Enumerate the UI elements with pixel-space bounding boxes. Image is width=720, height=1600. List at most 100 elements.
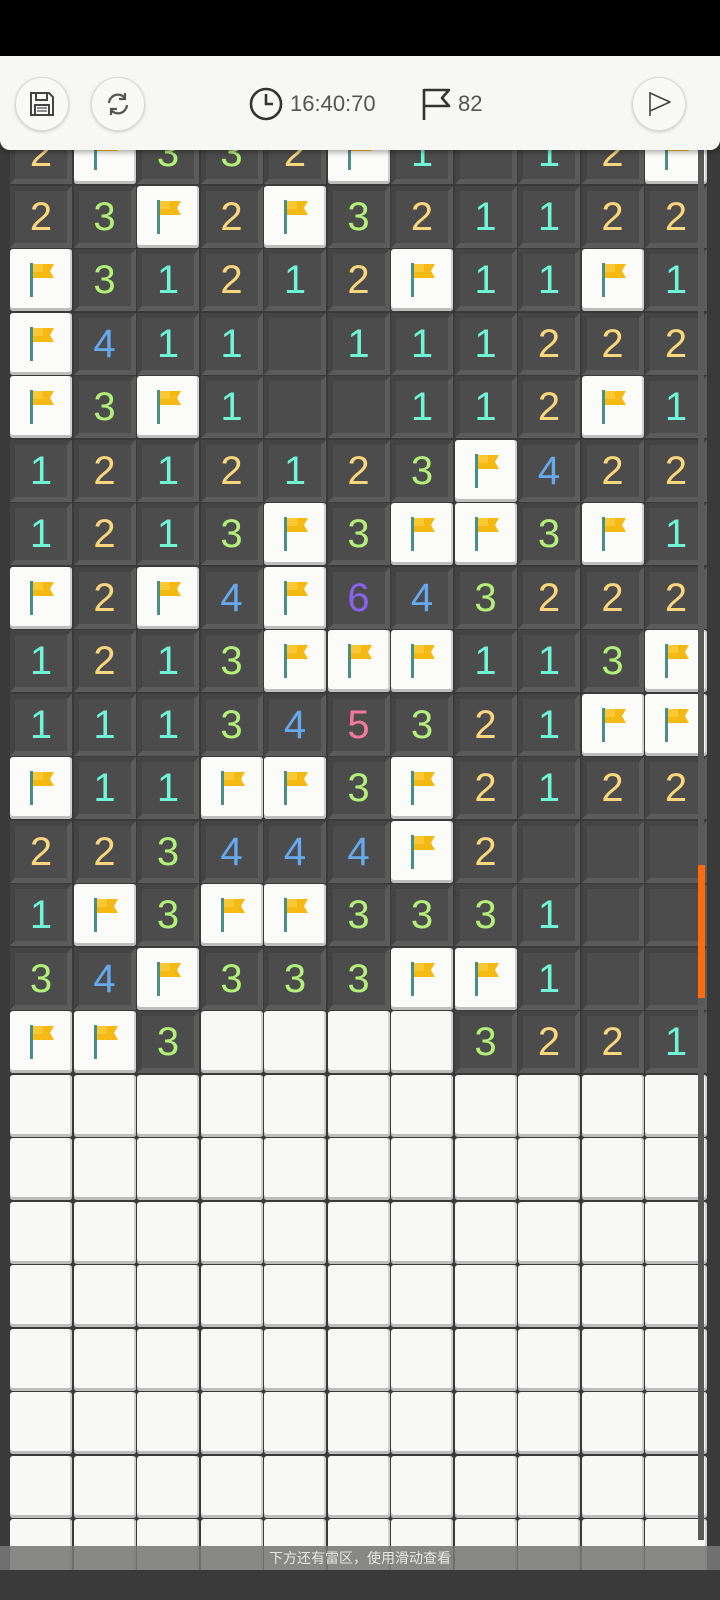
mine-cell[interactable] (10, 1201, 72, 1264)
mine-cell[interactable] (200, 1265, 263, 1327)
mine-cell[interactable] (518, 1265, 580, 1327)
mine-cell[interactable] (137, 1265, 199, 1327)
mine-cell[interactable] (327, 1074, 390, 1137)
mine-cell[interactable] (581, 1074, 644, 1137)
mine-cell[interactable] (454, 1265, 517, 1327)
mine-cell[interactable] (327, 630, 390, 692)
mine-cell[interactable] (73, 1392, 136, 1454)
mine-cell[interactable] (264, 884, 326, 946)
scrollbar-track[interactable] (698, 150, 704, 1540)
mine-cell[interactable] (200, 1011, 263, 1073)
mine-cell[interactable] (264, 1201, 326, 1264)
play-button[interactable] (632, 77, 686, 131)
mine-cell[interactable] (518, 1328, 580, 1391)
mine-cell[interactable] (73, 1455, 136, 1518)
mine-cell[interactable] (137, 947, 199, 1010)
mine-cell[interactable] (264, 1265, 326, 1327)
mine-cell[interactable] (391, 757, 453, 819)
mine-cell[interactable] (581, 1201, 644, 1264)
mine-cell[interactable] (200, 1328, 263, 1391)
mine-cell[interactable] (391, 503, 453, 565)
mine-cell[interactable] (73, 150, 136, 184)
mine-cell[interactable] (200, 884, 263, 946)
mine-cell[interactable] (581, 1455, 644, 1518)
scrollbar-thumb[interactable] (698, 865, 705, 998)
mine-cell[interactable] (73, 1265, 136, 1327)
mine-cell[interactable] (137, 1201, 199, 1264)
mine-cell[interactable] (264, 1011, 326, 1073)
mine-cell[interactable] (200, 1392, 263, 1454)
mine-cell[interactable] (264, 1138, 326, 1200)
mine-cell[interactable] (73, 884, 136, 946)
mine-cell[interactable] (518, 1201, 580, 1264)
mine-cell[interactable] (391, 947, 453, 1010)
mine-cell[interactable] (10, 1138, 72, 1200)
mine-cell[interactable] (581, 376, 644, 438)
mine-cell[interactable] (10, 1265, 72, 1327)
mine-cell[interactable] (137, 1328, 199, 1391)
mine-cell[interactable] (73, 1138, 136, 1200)
mine-cell[interactable] (454, 1392, 517, 1454)
mine-cell[interactable] (581, 249, 644, 311)
mine-cell[interactable] (200, 1455, 263, 1518)
restart-button[interactable] (91, 77, 145, 131)
mine-cell[interactable] (391, 1328, 453, 1391)
mine-cell[interactable] (10, 566, 72, 629)
mine-cell[interactable] (327, 150, 390, 184)
mine-cell[interactable] (518, 1138, 580, 1200)
mine-cell[interactable] (137, 1138, 199, 1200)
mine-cell[interactable] (391, 820, 453, 883)
mine-cell[interactable] (137, 1455, 199, 1518)
mine-cell[interactable] (200, 1074, 263, 1137)
mine-cell[interactable] (454, 1201, 517, 1264)
mine-cell[interactable] (518, 1455, 580, 1518)
mine-cell[interactable] (391, 249, 453, 311)
mine-cell[interactable] (454, 1074, 517, 1137)
mine-cell[interactable] (137, 1074, 199, 1137)
mine-cell[interactable] (391, 1265, 453, 1327)
mine-cell[interactable] (10, 1074, 72, 1137)
mine-cell[interactable] (137, 566, 199, 629)
mine-cell[interactable] (454, 947, 517, 1010)
mine-cell[interactable] (391, 630, 453, 692)
mine-cell[interactable] (454, 1138, 517, 1200)
mine-cell[interactable] (581, 503, 644, 565)
mine-cell[interactable] (518, 1392, 580, 1454)
mine-cell[interactable] (264, 566, 326, 629)
mine-cell[interactable] (264, 630, 326, 692)
mine-cell[interactable] (581, 693, 644, 756)
mine-cell[interactable] (327, 1455, 390, 1518)
mine-cell[interactable] (391, 1455, 453, 1518)
mine-cell[interactable] (10, 312, 72, 375)
mine-cell[interactable] (10, 1328, 72, 1391)
mine-cell[interactable] (454, 1455, 517, 1518)
mine-cell[interactable] (454, 439, 517, 502)
mine-cell[interactable] (73, 1201, 136, 1264)
mine-cell[interactable] (327, 1138, 390, 1200)
mine-cell[interactable] (73, 1011, 136, 1073)
mine-cell[interactable] (137, 185, 199, 248)
mine-cell[interactable] (200, 757, 263, 819)
mine-cell[interactable] (327, 1392, 390, 1454)
mine-cell[interactable] (10, 1455, 72, 1518)
mine-cell[interactable] (581, 1392, 644, 1454)
mine-cell[interactable] (264, 503, 326, 565)
mine-cell[interactable] (10, 376, 72, 438)
mine-cell[interactable] (454, 1328, 517, 1391)
mine-cell[interactable] (137, 376, 199, 438)
mine-cell[interactable] (264, 185, 326, 248)
mine-cell[interactable] (327, 1328, 390, 1391)
mine-cell[interactable] (327, 1201, 390, 1264)
mine-cell[interactable] (391, 1138, 453, 1200)
mine-cell[interactable] (391, 1074, 453, 1137)
mine-cell[interactable] (391, 1011, 453, 1073)
mine-cell[interactable] (581, 1265, 644, 1327)
mine-cell[interactable] (73, 1328, 136, 1391)
mine-cell[interactable] (10, 1011, 72, 1073)
mine-cell[interactable] (454, 503, 517, 565)
mine-cell[interactable] (264, 1328, 326, 1391)
mine-cell[interactable] (137, 1392, 199, 1454)
mine-cell[interactable] (264, 1392, 326, 1454)
save-button[interactable] (15, 77, 69, 131)
mine-cell[interactable] (391, 1392, 453, 1454)
